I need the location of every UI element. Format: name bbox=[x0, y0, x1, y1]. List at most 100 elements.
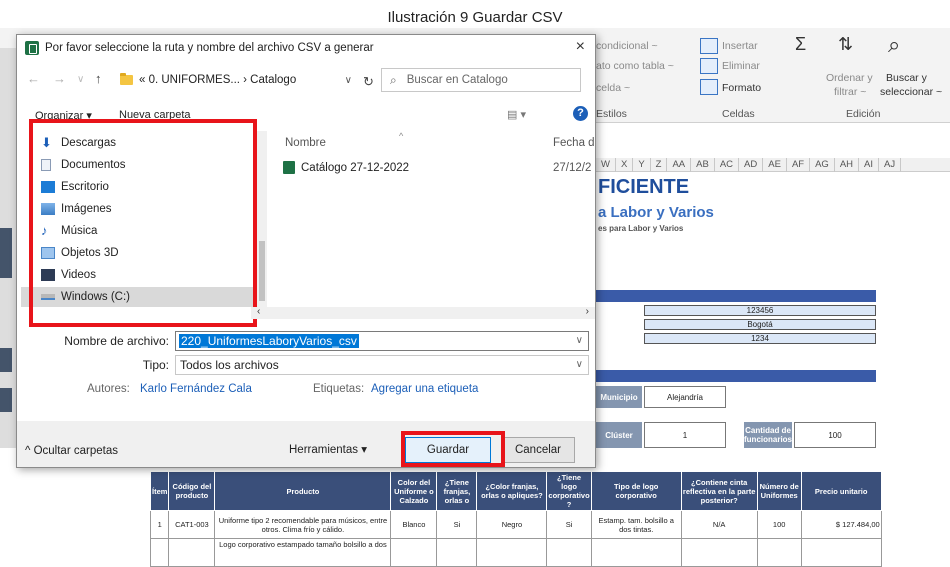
highlight-box-save bbox=[401, 431, 505, 467]
file-item[interactable]: Catálogo 27-12-2022 bbox=[283, 161, 409, 174]
table-header: Precio unitario bbox=[800, 471, 882, 511]
table-header: Producto bbox=[214, 471, 392, 511]
file-name: Catálogo 27-12-2022 bbox=[301, 161, 410, 174]
value-cell-3[interactable]: 1234 bbox=[644, 333, 876, 344]
format-icon bbox=[700, 79, 718, 95]
table-header: ¿Contiene cinta reflectiva en la parte p… bbox=[680, 471, 758, 511]
authors-value[interactable]: Karlo Fernández Cala bbox=[140, 383, 252, 395]
forward-arrow-icon[interactable]: → bbox=[53, 71, 66, 86]
excel-app-icon bbox=[25, 41, 39, 55]
tools-button[interactable]: Herramientas ▾ bbox=[289, 442, 367, 456]
close-button[interactable]: × bbox=[576, 38, 585, 56]
table-row: Logo corporativo estampado tamaño bolsil… bbox=[149, 538, 882, 567]
dialog-title: Por favor seleccione la ruta y nombre de… bbox=[45, 42, 374, 54]
type-row: Tipo: Todos los archivos ∨ bbox=[17, 355, 595, 377]
table-header: ¿Tiene logo corporativo ? bbox=[546, 471, 592, 511]
type-label: Tipo: bbox=[142, 358, 169, 372]
search-box[interactable]: ⌕ Buscar en Catalogo bbox=[381, 68, 581, 92]
column-header-name[interactable]: Nombre bbox=[285, 137, 326, 149]
address-path: « 0. UNIFORMES... › Catalogo bbox=[139, 74, 297, 86]
help-icon[interactable]: ? bbox=[573, 106, 588, 121]
sort-filter-icon[interactable]: ⇅ bbox=[838, 34, 853, 55]
view-options-icon[interactable]: ▤ ▾ bbox=[507, 108, 526, 121]
up-arrow-icon[interactable]: ↑ bbox=[95, 71, 102, 86]
chevron-down-icon[interactable]: ∨ bbox=[77, 74, 84, 85]
insert-icon bbox=[700, 38, 718, 54]
nav-scrollbar[interactable] bbox=[257, 131, 267, 315]
conditional-format-button[interactable]: condicional ~ bbox=[596, 40, 658, 52]
table-cell[interactable]: Logo corporativo estampado tamaño bolsil… bbox=[214, 538, 392, 567]
column-header-date[interactable]: Fecha d bbox=[553, 137, 595, 149]
column-headers: W X Y Z AA AB AC AD AE AF AG AH AI AJ bbox=[596, 158, 950, 172]
refresh-icon[interactable]: ↻ bbox=[363, 74, 374, 90]
excel-file-icon bbox=[283, 161, 295, 174]
type-dropdown-icon[interactable]: ∨ bbox=[576, 359, 583, 370]
table-cell[interactable]: Blanco bbox=[390, 510, 438, 539]
municipio-value[interactable]: Alejandría bbox=[644, 386, 726, 408]
table-header: Color del Uniforme o Calzado bbox=[390, 471, 438, 511]
table-row: 1 CAT1-003 Uniforme tipo 2 recomendable … bbox=[149, 510, 882, 539]
table-cell[interactable]: 100 bbox=[756, 510, 802, 539]
table-cell[interactable]: Estamp. tam. bolsillo a dos tintas. bbox=[590, 510, 682, 539]
scroll-left-icon[interactable]: ‹ bbox=[257, 306, 260, 317]
table-cell[interactable]: CAT1-003 bbox=[168, 510, 216, 539]
tags-label: Etiquetas: bbox=[313, 383, 365, 395]
find-select-label[interactable]: Buscar y bbox=[886, 72, 927, 84]
municipio-label: Municipio bbox=[596, 386, 642, 408]
table-cell[interactable]: Negro bbox=[476, 510, 548, 539]
table-cell[interactable]: Si bbox=[546, 510, 592, 539]
table-cell[interactable]: Uniforme tipo 2 recomendable para músico… bbox=[214, 510, 392, 539]
table-cell[interactable]: $ 127.484,00 bbox=[800, 510, 882, 539]
table-format-button[interactable]: ato como tabla ~ bbox=[596, 60, 674, 72]
filename-label: Nombre de archivo: bbox=[64, 334, 169, 348]
sort-filter-label[interactable]: Ordenar y bbox=[826, 72, 873, 84]
hide-folders-button[interactable]: ^ Ocultar carpetas bbox=[25, 445, 118, 457]
address-dropdown-icon[interactable]: ∨ bbox=[345, 75, 352, 86]
figure-caption: Ilustración 9 Guardar CSV bbox=[387, 9, 563, 26]
scroll-right-icon[interactable]: › bbox=[586, 306, 589, 317]
delete-button[interactable]: Eliminar bbox=[722, 60, 760, 72]
format-button[interactable]: Formato bbox=[722, 82, 761, 94]
edit-group-label: Edición bbox=[846, 108, 881, 120]
table-cell[interactable]: N/A bbox=[680, 510, 758, 539]
table-header: Ítem bbox=[149, 471, 170, 511]
highlight-box-navigation bbox=[29, 119, 257, 327]
cancel-button[interactable]: Cancelar bbox=[501, 437, 575, 463]
cell-styles-button[interactable]: celda ~ bbox=[596, 82, 630, 94]
autosum-icon[interactable]: Σ bbox=[795, 34, 806, 55]
filename-row: Nombre de archivo: 220_UniformesLaboryVa… bbox=[17, 331, 595, 353]
folder-icon bbox=[120, 73, 133, 85]
table-header: ¿Color franjas, orlas o apliques? bbox=[476, 471, 548, 511]
filename-dropdown-icon[interactable]: ∨ bbox=[576, 335, 583, 346]
address-bar[interactable]: « 0. UNIFORMES... › Catalogo ∨ bbox=[117, 68, 357, 92]
tags-value[interactable]: Agregar una etiqueta bbox=[371, 383, 478, 395]
value-cell-1[interactable]: 123456 bbox=[644, 305, 876, 316]
save-dialog: Por favor seleccione la ruta y nombre de… bbox=[16, 34, 596, 468]
sort-filter-label-2[interactable]: filtrar ~ bbox=[834, 86, 866, 98]
sheet-subtitle: a Labor y Varios bbox=[598, 204, 714, 221]
dialog-titlebar[interactable]: Por favor seleccione la ruta y nombre de… bbox=[17, 35, 595, 61]
cantidad-value[interactable]: 100 bbox=[794, 422, 876, 448]
cluster-label: Clúster bbox=[596, 422, 642, 448]
insert-button[interactable]: Insertar bbox=[722, 40, 758, 52]
file-list: ^ Nombre Fecha d Catálogo 27-12-2022 27/… bbox=[269, 131, 595, 315]
back-arrow-icon[interactable]: ← bbox=[27, 71, 40, 86]
section-bar-2 bbox=[590, 370, 876, 382]
value-cell-2[interactable]: Bogotá bbox=[644, 319, 876, 330]
table-header: Tipo de logo corporativo bbox=[590, 471, 682, 511]
cluster-value[interactable]: 1 bbox=[644, 422, 726, 448]
products-table: Ítem Código del producto Producto Color … bbox=[149, 471, 882, 567]
table-header: Código del producto bbox=[168, 471, 216, 511]
table-cell[interactable]: 1 bbox=[149, 510, 170, 539]
cantidad-label: Cantidad de funcionarios bbox=[744, 422, 792, 448]
sheet-title: FICIENTE bbox=[598, 176, 690, 198]
scrollbar-thumb[interactable] bbox=[259, 241, 265, 301]
filename-input[interactable]: 220_UniformesLaboryVarios_csv ∨ bbox=[175, 331, 589, 351]
cells-group-label: Celdas bbox=[722, 108, 755, 120]
horizontal-scrollbar[interactable]: ‹ › bbox=[251, 306, 595, 319]
find-select-label-2[interactable]: seleccionar ~ bbox=[880, 86, 942, 98]
filename-value: 220_UniformesLaboryVarios_csv bbox=[179, 334, 359, 348]
table-cell[interactable]: Si bbox=[436, 510, 478, 539]
find-icon[interactable]: ⌕ bbox=[888, 32, 900, 58]
type-select[interactable]: Todos los archivos ∨ bbox=[175, 355, 589, 375]
